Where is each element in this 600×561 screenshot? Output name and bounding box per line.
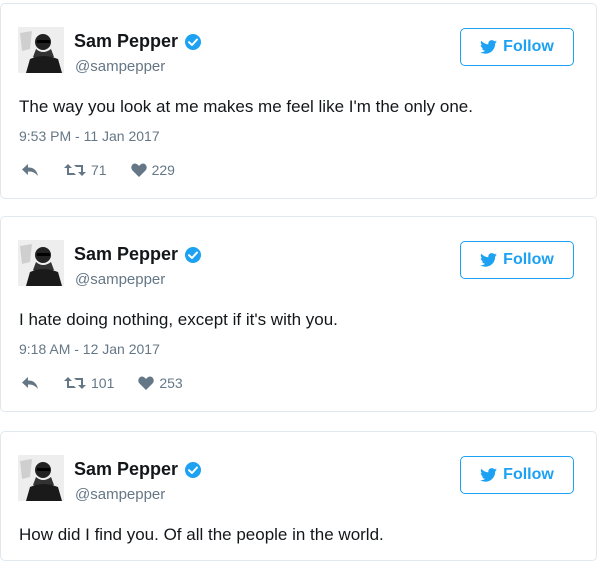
heart-icon bbox=[138, 376, 155, 390]
verified-badge-icon bbox=[184, 246, 202, 264]
reply-icon bbox=[21, 163, 39, 177]
display-name[interactable]: Sam Pepper bbox=[74, 31, 202, 52]
twitter-bird-icon bbox=[480, 468, 498, 482]
user-handle[interactable]: @sampepper bbox=[75, 486, 165, 503]
avatar[interactable] bbox=[18, 240, 64, 286]
retweet-count: 71 bbox=[91, 162, 107, 178]
display-name-text: Sam Pepper bbox=[74, 459, 179, 479]
tweet-text: I hate doing nothing, except if it's wit… bbox=[19, 310, 338, 329]
twitter-bird-icon bbox=[480, 40, 498, 54]
verified-badge-icon bbox=[184, 33, 202, 51]
follow-label: Follow bbox=[503, 251, 554, 268]
tweet-text: How did I find you. Of all the people in… bbox=[19, 525, 384, 544]
user-handle[interactable]: @sampepper bbox=[75, 271, 165, 288]
like-count: 229 bbox=[151, 162, 175, 178]
tweet-text: The way you look at me makes me feel lik… bbox=[19, 97, 473, 116]
follow-button[interactable]: Follow bbox=[460, 241, 574, 279]
display-name-text: Sam Pepper bbox=[74, 31, 179, 51]
display-name-text: Sam Pepper bbox=[74, 244, 179, 264]
reply-button[interactable] bbox=[21, 163, 39, 177]
heart-icon bbox=[130, 163, 147, 177]
tweet-timestamp[interactable]: 9:18 AM - 12 Jan 2017 bbox=[19, 341, 160, 357]
retweet-icon bbox=[64, 163, 86, 177]
avatar[interactable] bbox=[18, 27, 64, 73]
verified-badge-icon bbox=[184, 461, 202, 479]
tweet-card: Sam Pepper @sampepper Follow The way you… bbox=[0, 3, 597, 199]
display-name[interactable]: Sam Pepper bbox=[74, 244, 202, 265]
retweet-count: 101 bbox=[91, 375, 115, 391]
follow-label: Follow bbox=[503, 38, 554, 55]
follow-label: Follow bbox=[503, 466, 554, 483]
reply-icon bbox=[21, 376, 39, 390]
tweet-card: Sam Pepper @sampepper Follow I hate doin… bbox=[0, 216, 597, 412]
tweet-card: Sam Pepper @sampepper Follow How did I f… bbox=[0, 431, 597, 561]
retweet-icon bbox=[64, 376, 86, 390]
display-name[interactable]: Sam Pepper bbox=[74, 459, 202, 480]
like-count: 253 bbox=[159, 375, 183, 391]
tweet-actions: 101 253 bbox=[21, 375, 183, 391]
follow-button[interactable]: Follow bbox=[460, 28, 574, 66]
retweet-button[interactable]: 71 bbox=[64, 162, 107, 178]
avatar[interactable] bbox=[18, 455, 64, 501]
like-button[interactable]: 253 bbox=[138, 375, 183, 391]
twitter-bird-icon bbox=[480, 253, 498, 267]
user-handle[interactable]: @sampepper bbox=[75, 58, 165, 75]
reply-button[interactable] bbox=[21, 376, 39, 390]
retweet-button[interactable]: 101 bbox=[64, 375, 114, 391]
follow-button[interactable]: Follow bbox=[460, 456, 574, 494]
tweet-actions: 71 229 bbox=[21, 162, 175, 178]
tweet-timestamp[interactable]: 9:53 PM - 11 Jan 2017 bbox=[19, 128, 160, 144]
like-button[interactable]: 229 bbox=[130, 162, 175, 178]
